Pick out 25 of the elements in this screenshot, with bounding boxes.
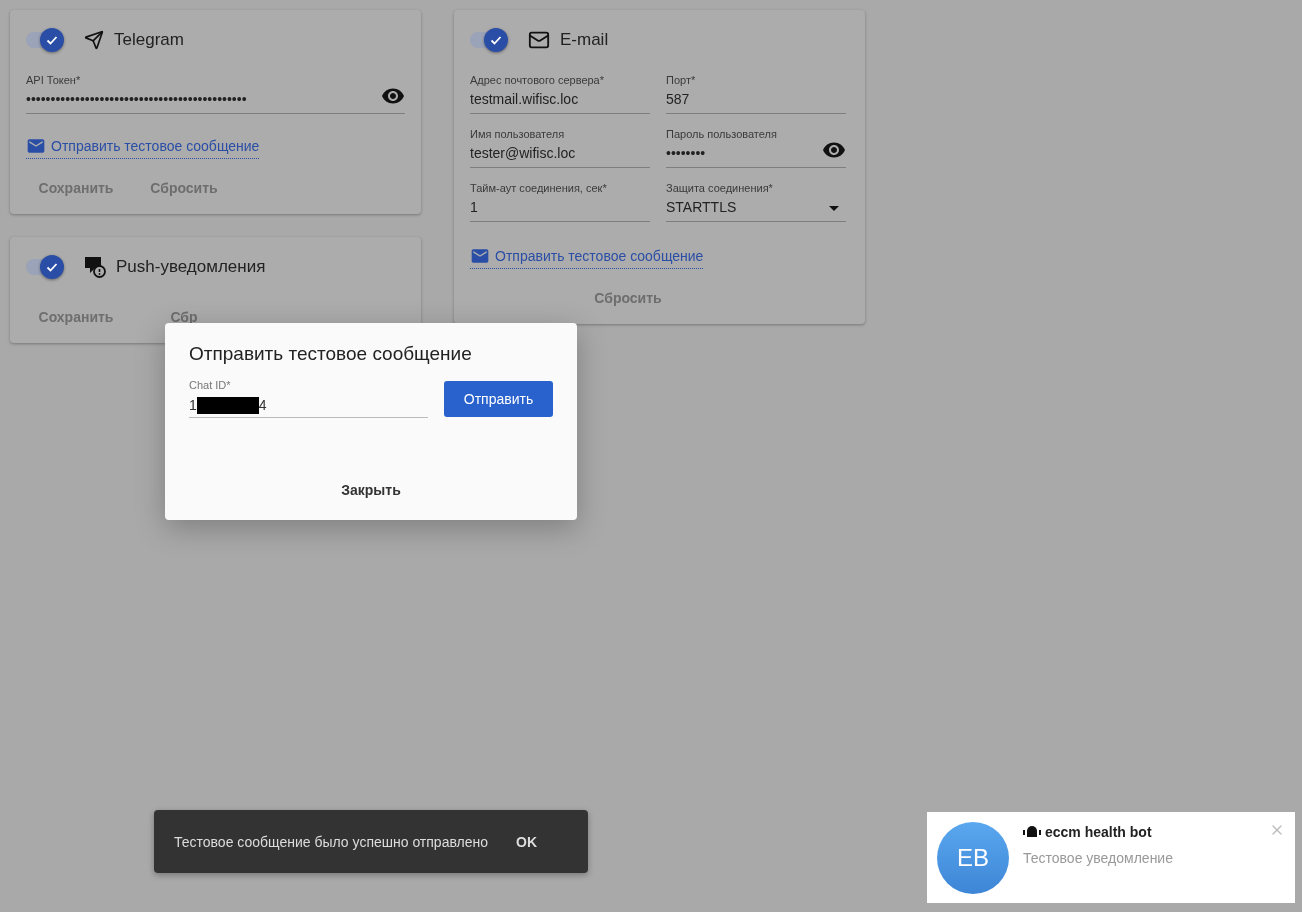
input-field[interactable]: Адрес почтового сервера* testmail.wifisc.loc [470, 74, 650, 114]
paper-plane-icon [84, 30, 104, 50]
input-field[interactable]: Порт* 587 [666, 74, 846, 114]
notification-text: Тестовое уведомление [1023, 850, 1174, 866]
chat-id-field[interactable]: Chat ID* 1 4 [189, 379, 428, 418]
select-field[interactable]: Защита соединения* STARTTLS [666, 182, 846, 222]
snackbar-message: Тестовое сообщение было успешно отправлено [174, 833, 489, 850]
card-title: Telegram [114, 30, 184, 50]
input-field[interactable]: Пароль пользователя •••••••• [666, 128, 846, 168]
avatar: EB [937, 822, 1009, 894]
ok-button[interactable]: OK [510, 832, 544, 851]
mail-icon [470, 246, 490, 266]
envelope-icon [528, 29, 550, 51]
card-title: Push-уведомления [116, 257, 266, 277]
token-field[interactable]: API Токен* ••••••••••••••••••••••••••••••••••••••••••••• [26, 74, 405, 114]
mail-icon [26, 136, 46, 156]
message-clock-icon [84, 256, 106, 278]
notification-title: eccm health bot [1023, 824, 1255, 840]
send-button[interactable]: Отправить [444, 380, 553, 417]
input-field[interactable]: Имя пользователя tester@wifisc.loc [470, 128, 650, 168]
bot-icon [1023, 825, 1041, 839]
input-field[interactable]: Тайм-аут соединения, сек* 1 [470, 182, 650, 222]
card-title: E-mail [560, 30, 609, 50]
dialog-title: Отправить тестовое сообщение [189, 343, 473, 365]
close-button[interactable]: Закрыть [331, 476, 411, 504]
